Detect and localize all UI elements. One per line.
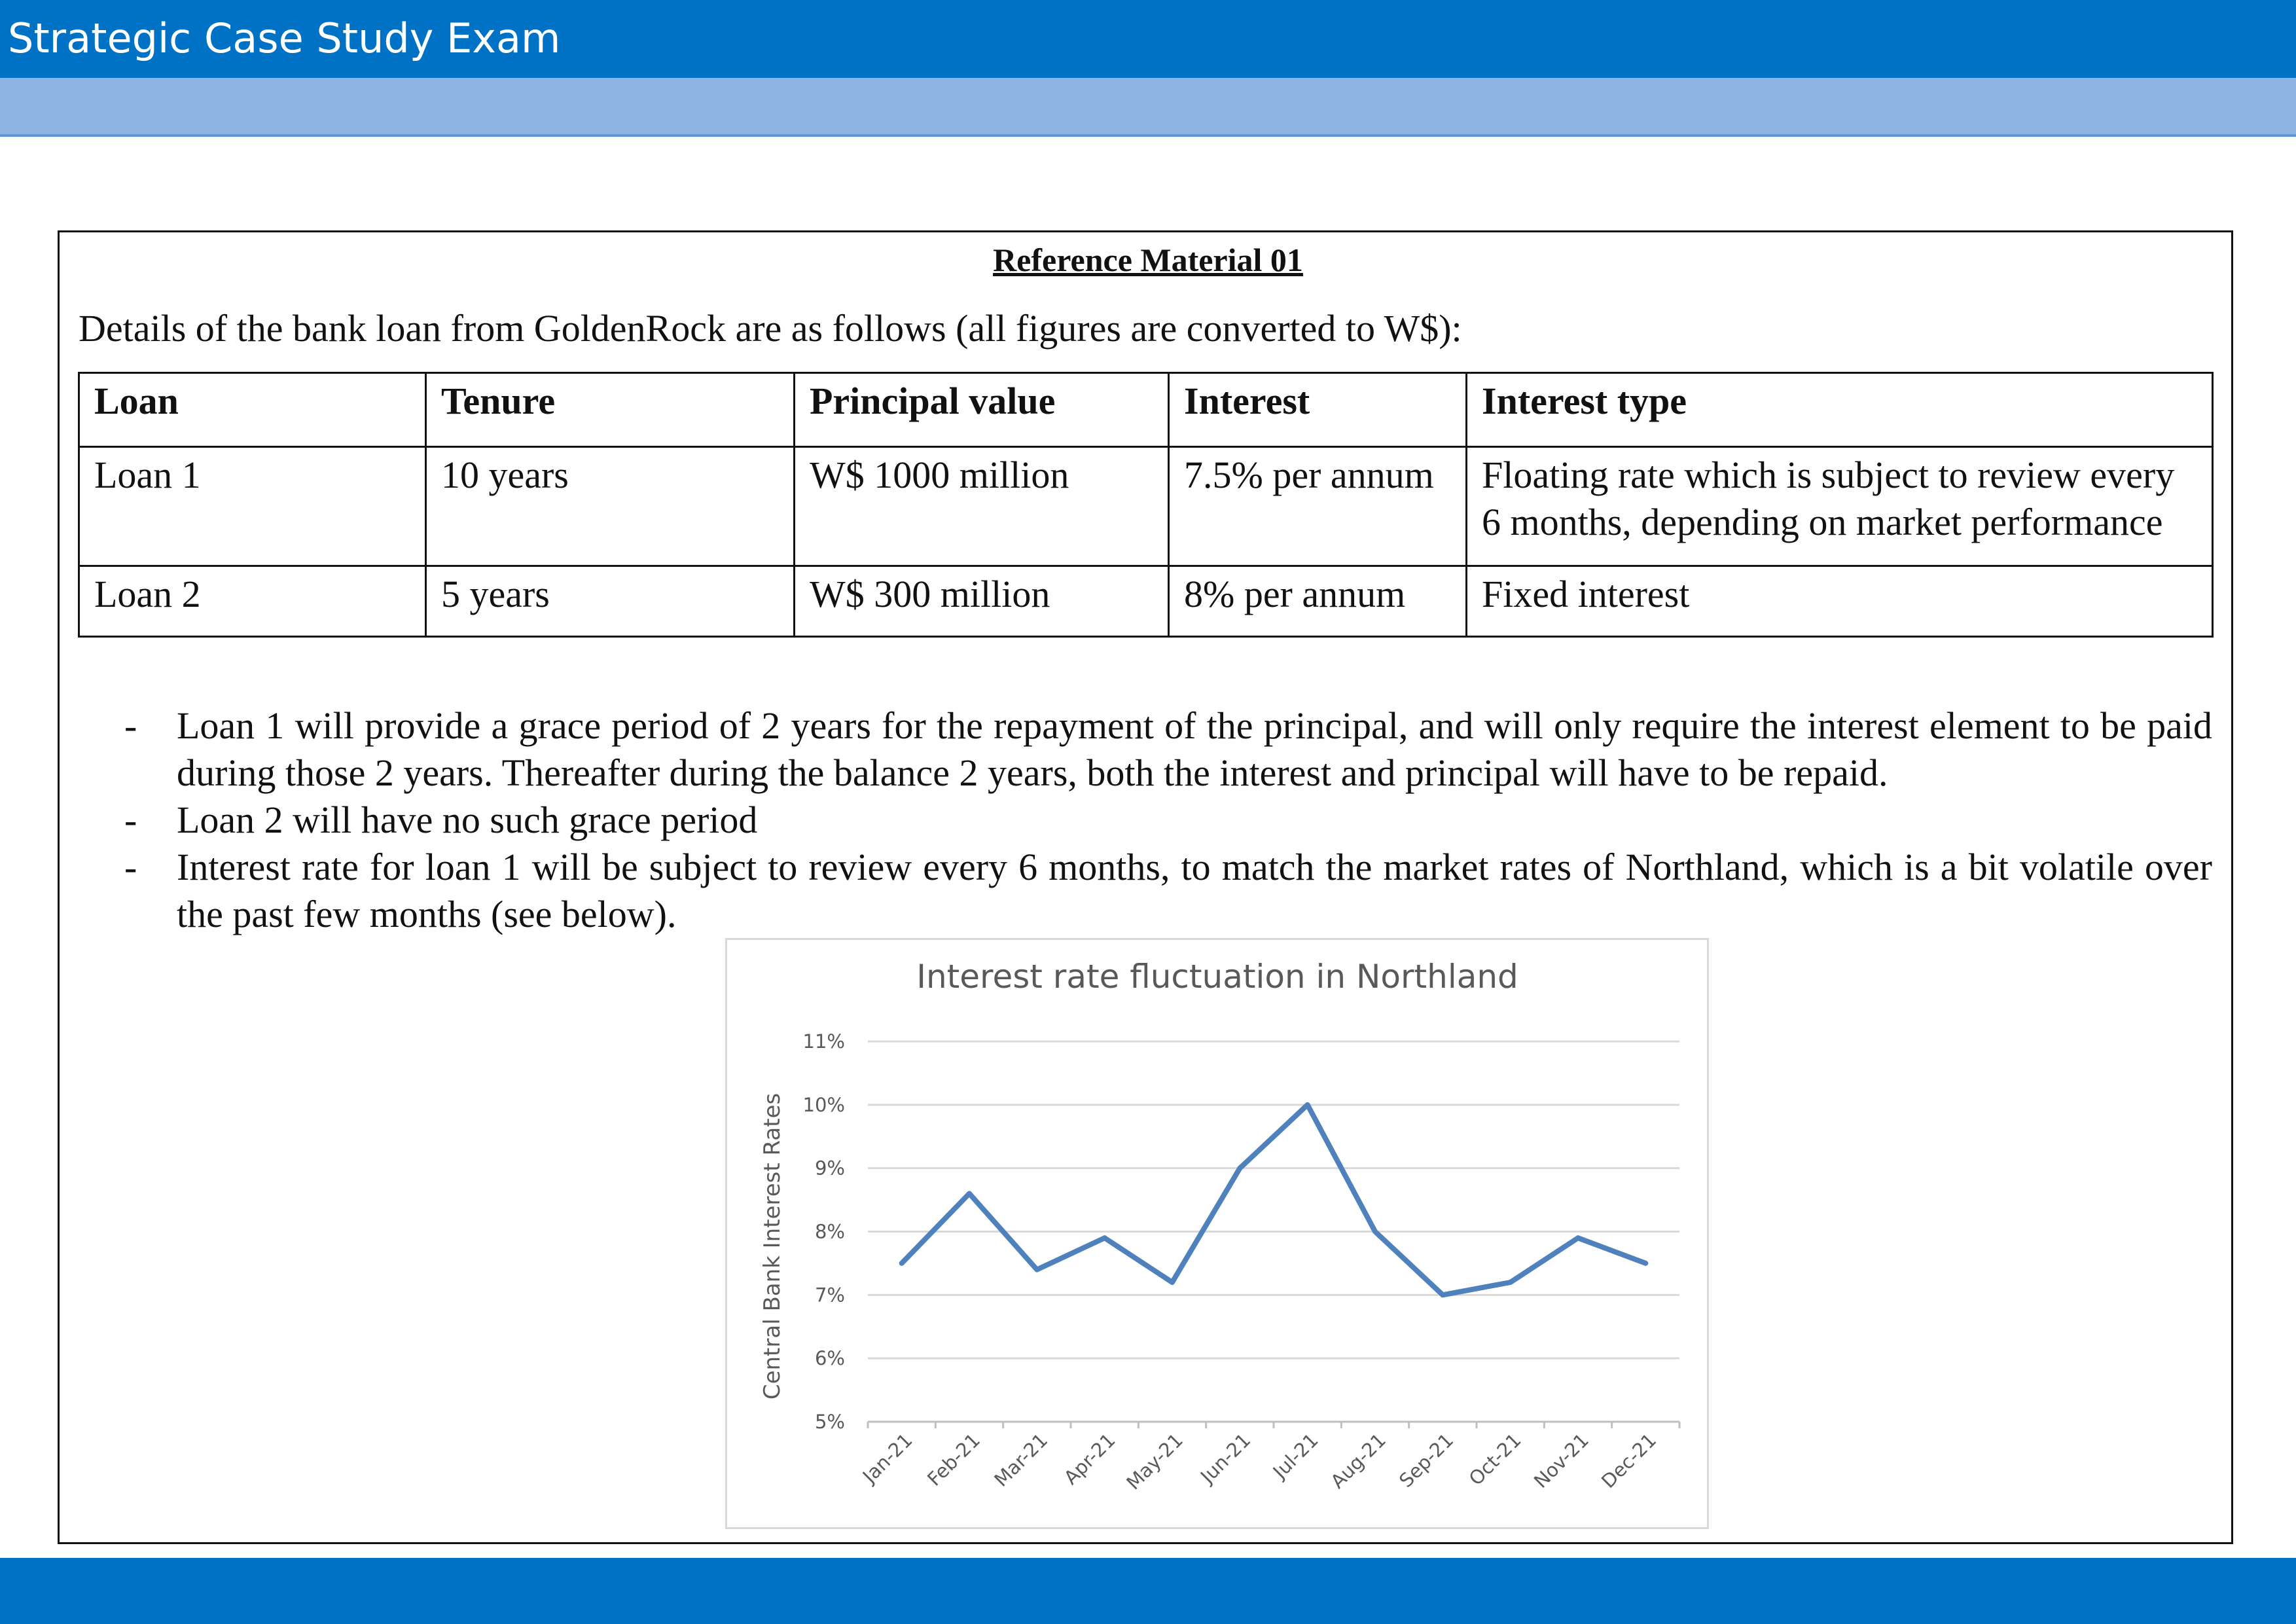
x-tick-label: Apr-21 <box>1060 1429 1120 1489</box>
x-tick-label: Jun-21 <box>1195 1429 1255 1489</box>
data-point <box>899 1261 904 1265</box>
y-tick-label: 7% <box>815 1284 845 1306</box>
table-cell: 10 years <box>425 446 795 567</box>
bullet-marker: - <box>124 846 137 888</box>
table-row: Loan 1 10 years W$ 1000 million 7.5% per… <box>78 446 2214 567</box>
x-tick-label: Oct-21 <box>1465 1429 1526 1490</box>
y-axis-title: Central Bank Interest Rates <box>759 1093 785 1399</box>
bullet-text: Loan 1 will provide a grace period of 2 … <box>177 704 2212 794</box>
data-point <box>1643 1261 1648 1265</box>
chart-series <box>899 1102 1649 1298</box>
data-point <box>1508 1280 1513 1284</box>
bullet-marker: - <box>124 704 137 747</box>
y-tick-label: 6% <box>815 1347 845 1369</box>
y-tick-label: 11% <box>803 1030 845 1053</box>
table-cell: Loan 1 <box>78 446 427 567</box>
data-point <box>967 1191 971 1196</box>
chart-gridlines <box>868 1040 1679 1360</box>
x-tick-label: Mar-21 <box>990 1429 1052 1491</box>
list-item: - Interest rate for loan 1 will be subje… <box>124 844 2212 938</box>
footer-bar <box>0 1558 2296 1624</box>
table-cell: 7.5% per annum <box>1168 446 1467 567</box>
y-tick-label: 10% <box>803 1094 845 1116</box>
reference-intro: Details of the bank loan from GoldenRock… <box>79 307 1462 350</box>
x-tick-label: Nov-21 <box>1530 1429 1593 1492</box>
table-cell: W$ 300 million <box>793 565 1170 638</box>
reference-heading: Reference Material 01 <box>993 242 1303 278</box>
data-point <box>1238 1166 1242 1170</box>
data-point <box>1576 1236 1580 1240</box>
header-bar: Strategic Case Study Exam <box>0 0 2296 78</box>
bullet-marker: - <box>124 799 137 841</box>
x-tick-label: Jan-21 <box>857 1429 917 1489</box>
x-tick-label: Aug-21 <box>1326 1429 1390 1493</box>
chart-canvas: Interest rate fluctuation in Northland 5… <box>759 958 1681 1494</box>
bullet-list: - Loan 1 will provide a grace period of … <box>124 702 2212 938</box>
table-cell: 8% per annum <box>1168 565 1467 638</box>
data-point <box>1441 1293 1445 1297</box>
x-tick-label: Dec-21 <box>1597 1429 1660 1492</box>
data-point <box>1170 1280 1174 1284</box>
table-cell: Fixed interest <box>1465 565 2214 638</box>
list-item: - Loan 2 will have no such grace period <box>124 797 2212 844</box>
chart-title: Interest rate fluctuation in Northland <box>916 958 1518 996</box>
series-line <box>899 1102 1649 1298</box>
app-title: Strategic Case Study Exam <box>8 14 561 62</box>
col-header-principal: Principal value <box>793 372 1170 448</box>
bullet-text: Loan 2 will have no such grace period <box>177 799 758 841</box>
table-cell: Loan 2 <box>78 565 427 638</box>
interest-rate-chart: Interest rate fluctuation in Northland 5… <box>725 938 1709 1529</box>
col-header-interest-type: Interest type <box>1465 372 2214 448</box>
col-header-loan: Loan <box>78 372 427 448</box>
x-tick-label: Feb-21 <box>923 1429 984 1490</box>
table-cell: Floating rate which is subject to review… <box>1465 446 2214 567</box>
chart-axes: 5% 6% 7% 8% 9% 10% 11% Jan-21 Feb-21 Mar-21 Apr-21… <box>803 1030 1681 1494</box>
x-tick-label: May-21 <box>1122 1429 1187 1494</box>
col-header-tenure: Tenure <box>425 372 795 448</box>
x-tick-label: Jul-21 <box>1268 1429 1323 1484</box>
table-header-row: Loan Tenure Principal value Interest Int… <box>78 372 2214 448</box>
table-cell: W$ 1000 million <box>793 446 1170 567</box>
data-point <box>1373 1229 1377 1234</box>
y-tick-label: 8% <box>815 1221 845 1243</box>
table-row: Loan 2 5 years W$ 300 million 8% per ann… <box>78 565 2214 638</box>
bullet-text: Interest rate for loan 1 will be subject… <box>177 846 2212 935</box>
header-subbar <box>0 78 2296 137</box>
y-tick-label: 5% <box>815 1411 845 1433</box>
loan-table: Loan Tenure Principal value Interest Int… <box>78 372 2214 638</box>
data-point <box>1102 1236 1107 1240</box>
data-point <box>1035 1267 1039 1272</box>
table-cell: 5 years <box>425 565 795 638</box>
list-item: - Loan 1 will provide a grace period of … <box>124 702 2212 797</box>
col-header-interest: Interest <box>1168 372 1467 448</box>
y-tick-label: 9% <box>815 1157 845 1180</box>
data-point <box>1305 1102 1310 1107</box>
x-tick-label: Sep-21 <box>1395 1429 1458 1492</box>
